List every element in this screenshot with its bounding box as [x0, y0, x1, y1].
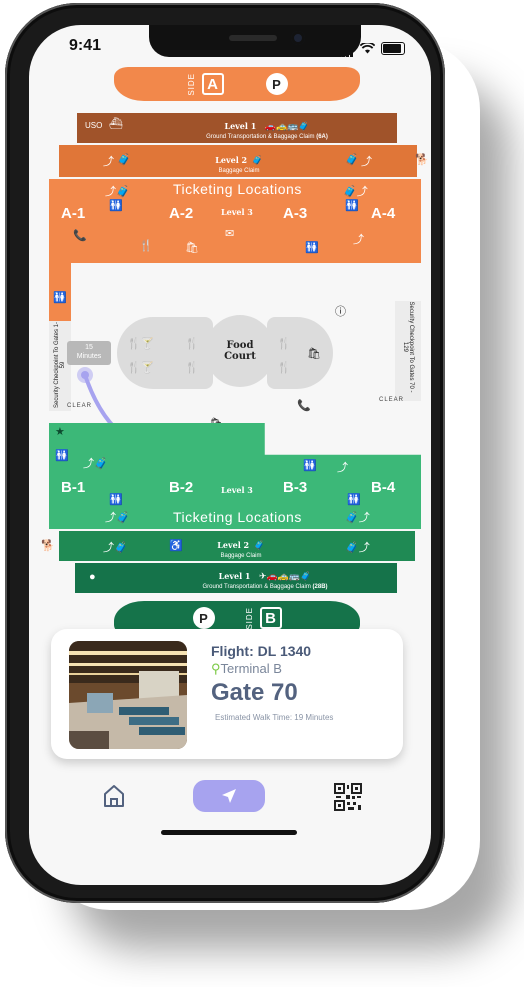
flight-number: Flight: DL 1340: [211, 643, 312, 659]
concourse-b-labels: ★ 🚻 ⤴🧳 🚻 ⤴ B-1 B-2 Level 3 B-3 B-4 🚻 🚻 T…: [49, 423, 421, 529]
mickey-icon: ●: [89, 571, 96, 583]
battery-icon: [381, 41, 405, 55]
gate-b2[interactable]: B-2: [169, 479, 193, 496]
qr-code-icon: [334, 783, 362, 811]
route-time-bubble: 15 Minutes: [67, 341, 111, 365]
phone-frame: 9:41 SIDE A P USO ⛴ Level 1 🚗🚕🚌🧳 Ground …: [5, 3, 445, 903]
restroom-icon: 🚻: [303, 460, 317, 472]
home-button[interactable]: [101, 783, 127, 809]
camera: [291, 31, 305, 45]
level2-b-title: Level 2: [217, 540, 250, 550]
escalator-icon: ⤴🧳: [105, 512, 130, 524]
wheelchair-icon: ♿: [169, 540, 183, 552]
side-word: SIDE: [244, 606, 254, 630]
app-screen: 9:41 SIDE A P USO ⛴ Level 1 🚗🚕🚌🧳 Ground …: [29, 25, 431, 885]
restroom-icon: 🚻: [109, 494, 123, 506]
route-minutes-value: 15: [85, 344, 93, 351]
gate-b4[interactable]: B-4: [371, 479, 395, 496]
level1-b-title: Level 1: [218, 571, 251, 581]
terminal-row: ⚲Terminal B: [211, 661, 282, 677]
wifi-icon: [360, 42, 375, 53]
home-indicator[interactable]: [161, 830, 297, 835]
escalator-icon: ⤴🧳: [83, 458, 108, 470]
walk-time: Estimated Walk Time: 19 Minutes: [215, 713, 334, 722]
navigate-arrow-icon: [222, 789, 236, 803]
level2-b-band[interactable]: ⤴🧳 ♿ Level 2 🧳 Baggage Claim 🧳⤴: [59, 531, 415, 561]
parking-b-icon[interactable]: P: [192, 607, 215, 629]
qr-code-button[interactable]: [334, 783, 362, 811]
terminal-map[interactable]: SIDE A P USO ⛴ Level 1 🚗🚕🚌🧳 Ground Trans…: [29, 65, 431, 635]
escalator-icon: ⤴🧳: [103, 542, 128, 554]
star-icon: ★: [55, 426, 65, 438]
level1-b-note: (28B): [312, 584, 328, 590]
level2-b-subtitle: Baggage Claim: [220, 553, 262, 559]
restroom-icon: 🚻: [55, 450, 69, 462]
baggage-icon: 🧳: [253, 540, 265, 550]
escalator-icon: 🧳⤴: [345, 542, 370, 554]
signal-icon: [338, 39, 354, 57]
notch: [149, 25, 361, 57]
navigate-button[interactable]: [193, 780, 265, 812]
terminal-photo-image: [69, 641, 187, 749]
status-time: 9:41: [69, 37, 102, 54]
flight-card[interactable]: Flight: DL 1340 ⚲Terminal B Gate 70 Esti…: [51, 629, 403, 759]
ticketing-b-label: Ticketing Locations: [173, 509, 302, 525]
side-letter-b: B: [259, 607, 282, 629]
gate-b3[interactable]: B-3: [283, 479, 307, 496]
level1-b-subtitle: Ground Transportation & Baggage Claim: [202, 584, 311, 590]
gate-photo: [69, 641, 187, 749]
escalator-icon: ⤴: [337, 462, 348, 474]
location-pin-icon: ⚲: [211, 661, 221, 676]
gate-b1[interactable]: B-1: [61, 479, 85, 496]
home-icon: [104, 785, 124, 807]
escalator-icon: 🧳⤴: [345, 512, 370, 524]
route-minutes-unit: Minutes: [76, 353, 102, 360]
gate-number: Gate 70: [211, 679, 298, 706]
level3-b-label: Level 3: [221, 485, 253, 495]
restroom-icon: 🚻: [347, 494, 361, 506]
level1-b-band[interactable]: ● Level 1 ✈🚗🚕🚌🧳 Ground Transportation & …: [75, 563, 397, 593]
pet-icon: 🐕: [41, 540, 55, 552]
terminal-name: Terminal B: [220, 661, 282, 676]
speaker: [229, 35, 277, 41]
transport-icons: ✈🚗🚕🚌🧳: [258, 571, 312, 581]
status-icons: [338, 39, 405, 57]
